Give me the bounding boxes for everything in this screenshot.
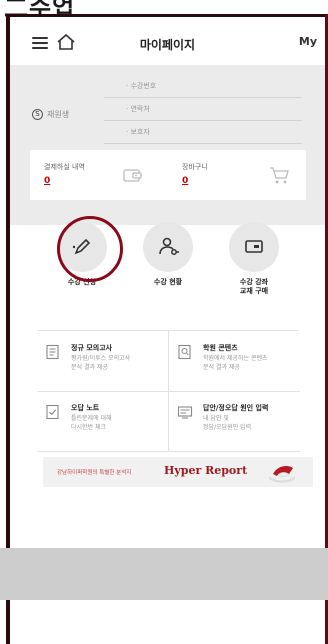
payment-summary[interactable]: 결제하실 내역 0	[30, 150, 168, 200]
search-doc-icon	[178, 344, 191, 360]
gray-overlay-band	[0, 548, 328, 600]
hyper-report-banner[interactable]: 강남하이퍼학원의 특별한 분석지 Hyper Report	[43, 457, 313, 487]
card-icon	[245, 240, 263, 253]
profile-section: S 재원생 · 수강번호 · 연락처 · 보호자 결제하실 내역 0 장바구니	[10, 65, 325, 225]
status-circle[interactable]	[143, 222, 193, 272]
payment-count[interactable]: 0	[44, 176, 50, 186]
grid-title: 정규 모의고사	[71, 344, 113, 352]
user-name-text: 재원생	[47, 110, 70, 119]
purchase-circle[interactable]	[229, 222, 279, 272]
student-number-field: · 수강번호	[104, 75, 302, 98]
cart-label: 장바구니	[182, 163, 208, 171]
contact-field: · 연락처	[104, 98, 302, 121]
payment-label: 결제하실 내역	[44, 163, 85, 171]
wallet-icon	[123, 169, 142, 182]
page-title: 마이페이지	[139, 38, 196, 52]
grid-title: 답안/정오답 원인 입력	[203, 404, 269, 412]
grid-title: 학원 콘텐츠	[203, 344, 238, 352]
grid-mock-exam[interactable]: 정규 모의고사 평가원/이투스 모의고사 분석 결과 제공	[37, 331, 168, 392]
input-icon	[177, 406, 193, 419]
highlight-ring	[57, 216, 123, 282]
grid-desc: 학원에서 제공하는 콘텐츠 분석 결과 제공	[203, 355, 268, 371]
grid-desc: 틀린문제에 대해 다시한번 체크	[71, 415, 112, 431]
user-name: S 재원생	[32, 109, 69, 120]
status-label: 수강 현황	[153, 278, 183, 286]
menu-grid: 정규 모의고사 평가원/이투스 모의고사 분석 결과 제공 학원 콘텐츠 학원에…	[37, 330, 300, 452]
check-doc-icon	[46, 404, 59, 420]
purchase-label: 수강 강좌 교재 구매	[239, 278, 269, 295]
quick-menu: 수강 신청 수강 현황 수강 강좌 교재 구매	[10, 216, 325, 312]
cart-summary[interactable]: 장바구니 0	[168, 150, 306, 200]
grid-academy-content[interactable]: 학원 콘텐츠 학원에서 제공하는 콘텐츠 분석 결과 제공	[168, 331, 300, 392]
grid-desc: 평가원/이투스 모의고사 분석 결과 제공	[71, 355, 131, 371]
grid-desc: 내 답안 및 정답/오답원인 입력	[203, 415, 252, 431]
user-row: S 재원생 · 수강번호 · 연락처 · 보호자	[32, 75, 302, 145]
my-link[interactable]: My	[299, 35, 317, 48]
student-badge-icon: S	[32, 109, 43, 120]
app-header: 마이페이지 My	[10, 17, 325, 65]
grid-wrong-notes[interactable]: 오답 노트 틀린문제에 대해 다시한번 체크	[37, 391, 168, 452]
quick-item-enroll[interactable]: 수강 신청	[42, 216, 123, 287]
cart-count[interactable]: 0	[182, 176, 188, 186]
banner-subtitle: 강남하이퍼학원의 특별한 분석지	[57, 470, 132, 476]
guardian-field: · 보호자	[104, 121, 302, 144]
report-book-icon	[269, 466, 295, 483]
grid-answer-input[interactable]: 답안/정오답 원인 입력 내 답안 및 정답/오답원인 입력	[168, 391, 300, 452]
quick-item-status[interactable]: 수강 현황	[128, 222, 208, 287]
grid-title: 오답 노트	[71, 404, 100, 412]
document-icon	[46, 344, 59, 360]
person-key-icon	[159, 237, 179, 255]
summary-box: 결제하실 내역 0 장바구니 0	[30, 150, 306, 200]
user-fields: · 수강번호 · 연락처 · 보호자	[104, 75, 302, 144]
banner-brand: Hyper Report	[164, 464, 248, 477]
cart-icon	[270, 167, 289, 184]
quick-item-purchase[interactable]: 수강 강좌 교재 구매	[214, 222, 294, 296]
